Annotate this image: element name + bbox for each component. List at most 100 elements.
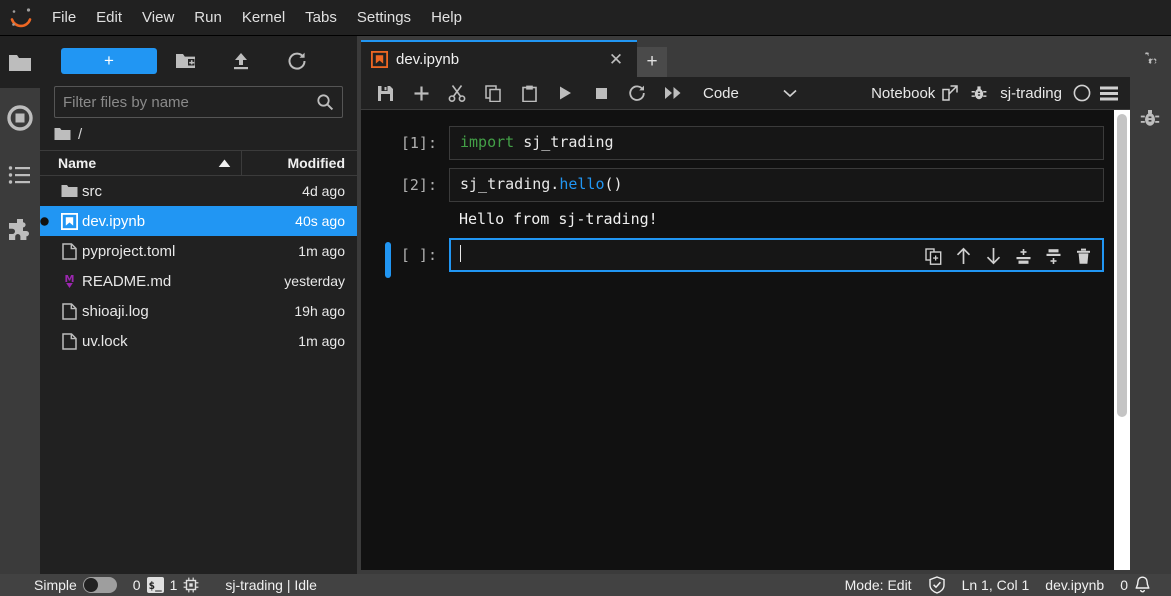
- list-item[interactable]: shioaji.log 19h ago: [40, 296, 357, 326]
- main-dock-area: dev.ipynb ✕ + Code Notebook sj-trading […: [357, 36, 1130, 574]
- add-icon: [413, 85, 430, 102]
- cell-body: [449, 238, 1104, 272]
- scrollbar-thumb[interactable]: [1117, 114, 1127, 417]
- notebook-mode-label: Notebook: [871, 84, 936, 102]
- copy-cells-button[interactable]: [475, 78, 511, 108]
- column-header-modified[interactable]: Modified: [241, 150, 357, 176]
- debugger-toggle-button[interactable]: [964, 78, 994, 108]
- active-cell-indicator: [385, 242, 391, 278]
- save-button[interactable]: [367, 78, 403, 108]
- insert-cell-above-button[interactable]: [1012, 245, 1034, 267]
- code-editor[interactable]: sj_trading.hello(): [449, 168, 1104, 202]
- cut-cells-button[interactable]: [439, 78, 475, 108]
- text-caret: [460, 245, 461, 262]
- run-icon: [557, 85, 573, 101]
- menu-run[interactable]: Run: [184, 0, 232, 36]
- menu-tabs[interactable]: Tabs: [295, 0, 347, 36]
- paste-cells-button[interactable]: [511, 78, 547, 108]
- stop-icon: [594, 86, 609, 101]
- notebook-scrollbar[interactable]: [1114, 110, 1130, 570]
- code-token-plain: (): [604, 175, 623, 193]
- active-filename-status[interactable]: dev.ipynb: [1037, 574, 1112, 596]
- menu-bar: File Edit View Run Kernel Tabs Settings …: [0, 0, 1171, 36]
- notebook-trust-status[interactable]: [920, 574, 954, 596]
- interrupt-kernel-button[interactable]: [583, 78, 619, 108]
- upload-button[interactable]: [213, 45, 269, 77]
- insert-cell-below-button[interactable]: [1042, 245, 1064, 267]
- kernel-status-text[interactable]: sj-trading | Idle: [207, 574, 325, 596]
- notebook-cell[interactable]: [2]: sj_trading.hello() Hello from sj-tr…: [361, 164, 1130, 234]
- new-folder-icon: [175, 52, 196, 70]
- restart-run-all-button[interactable]: [655, 78, 691, 108]
- refresh-button[interactable]: [269, 45, 325, 77]
- kernel-name-button[interactable]: sj-trading: [994, 85, 1068, 102]
- cursor-position-label: Ln 1, Col 1: [961, 577, 1030, 593]
- list-item[interactable]: uv.lock 1m ago: [40, 326, 357, 356]
- delete-cell-button[interactable]: [1072, 245, 1094, 267]
- kernel-status-button[interactable]: [1068, 78, 1096, 108]
- list-item[interactable]: M README.md yesterday: [40, 266, 357, 296]
- cursor-position-status[interactable]: Ln 1, Col 1: [954, 574, 1038, 596]
- sidebar-item-debugger[interactable]: [1130, 88, 1170, 148]
- sidebar-item-extensions[interactable]: [0, 202, 40, 258]
- cell-type-dropdown[interactable]: Code: [697, 79, 803, 107]
- cell-prompt: [2]:: [400, 176, 437, 194]
- menu-file[interactable]: File: [42, 0, 86, 36]
- property-inspector-icon: [1138, 50, 1162, 74]
- new-launcher-button[interactable]: +: [61, 48, 157, 74]
- search-input[interactable]: [63, 93, 316, 111]
- file-modified: 1m ago: [298, 333, 345, 349]
- terminals-status[interactable]: 0 $_ 1: [125, 574, 208, 596]
- tab-dev-ipynb[interactable]: dev.ipynb ✕: [361, 40, 637, 77]
- menu-help[interactable]: Help: [421, 0, 472, 36]
- notebook-mode-button[interactable]: Notebook: [865, 85, 964, 102]
- new-folder-button[interactable]: [157, 45, 213, 77]
- code-token-plain: sj_trading: [514, 133, 614, 151]
- list-item[interactable]: pyproject.toml 1m ago: [40, 236, 357, 266]
- simple-mode-toggle[interactable]: Simple: [26, 574, 125, 596]
- kernel-menu-button[interactable]: [1096, 78, 1122, 108]
- terminals-count: 0: [132, 577, 141, 593]
- breadcrumb[interactable]: /: [40, 118, 357, 150]
- editor-mode-status[interactable]: Mode: Edit: [837, 574, 920, 596]
- menu-view[interactable]: View: [132, 0, 184, 36]
- sidebar-item-running[interactable]: [0, 88, 40, 148]
- file-name: src: [82, 182, 102, 200]
- kernel-status-label: sj-trading | Idle: [225, 577, 317, 593]
- menu-settings[interactable]: Settings: [347, 0, 421, 36]
- menu-edit[interactable]: Edit: [86, 0, 132, 36]
- file-modified: 1m ago: [298, 243, 345, 259]
- move-cell-up-button[interactable]: [952, 245, 974, 267]
- folder-icon: [56, 184, 82, 198]
- list-item[interactable]: dev.ipynb 40s ago: [40, 206, 357, 236]
- left-activity-bar: [0, 36, 40, 574]
- new-tab-button[interactable]: +: [637, 47, 667, 77]
- file-modified: 40s ago: [295, 213, 345, 229]
- duplicate-cell-button[interactable]: [922, 245, 944, 267]
- jupyter-logo-icon: [0, 0, 42, 36]
- column-label-name: Name: [58, 155, 97, 171]
- file-modified: 19h ago: [294, 303, 345, 319]
- filter-files-box[interactable]: [54, 86, 343, 118]
- list-item[interactable]: src 4d ago: [40, 176, 357, 206]
- external-link-icon: [942, 85, 959, 101]
- restart-kernel-button[interactable]: [619, 78, 655, 108]
- move-cell-down-button[interactable]: [982, 245, 1004, 267]
- close-icon[interactable]: ✕: [605, 50, 627, 70]
- sidebar-item-toc[interactable]: [0, 148, 40, 202]
- toggle-switch[interactable]: [82, 577, 117, 593]
- run-cell-button[interactable]: [547, 78, 583, 108]
- column-header-name[interactable]: Name: [40, 155, 244, 171]
- sidebar-item-property-inspector[interactable]: [1130, 36, 1170, 88]
- notebook-cell-active[interactable]: [ ]:: [361, 234, 1130, 278]
- toggle-knob: [83, 578, 98, 592]
- insert-cell-button[interactable]: [403, 78, 439, 108]
- cell-toolbar: [922, 245, 1094, 267]
- notebook-cell[interactable]: [1]: import sj_trading: [361, 122, 1130, 164]
- sidebar-item-file-browser[interactable]: [0, 36, 40, 88]
- arrow-up-icon: [955, 247, 972, 265]
- menu-kernel[interactable]: Kernel: [232, 0, 295, 36]
- cell-prompt: [1]:: [400, 134, 437, 152]
- notification-status[interactable]: 0: [1112, 574, 1159, 596]
- code-editor[interactable]: import sj_trading: [449, 126, 1104, 160]
